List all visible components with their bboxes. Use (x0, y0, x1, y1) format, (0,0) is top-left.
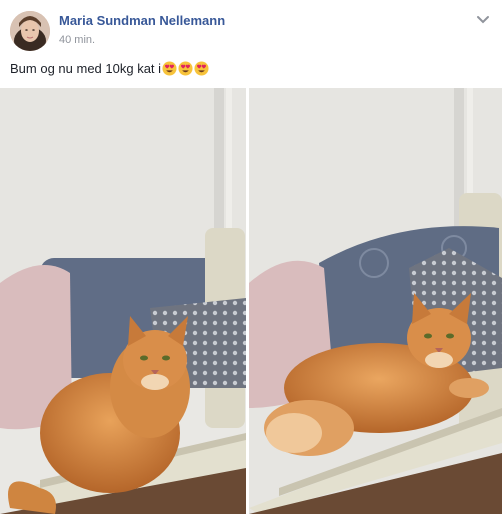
author-name[interactable]: Maria Sundman Nellemann (59, 13, 225, 28)
heart-eyes-icon (162, 61, 177, 76)
post-photo-1[interactable] (0, 88, 246, 514)
post-timestamp[interactable]: 40 min. (59, 34, 95, 46)
heart-eyes-icon (178, 61, 193, 76)
chevron-down-icon[interactable] (474, 12, 492, 28)
post-photo-2[interactable] (249, 88, 502, 514)
post-message-text: Bum og nu med 10kg kat i (10, 61, 162, 76)
facebook-post: Maria Sundman Nellemann 40 min. Bum og n… (0, 0, 502, 514)
post-message: Bum og nu med 10kg kat i (10, 61, 209, 76)
post-header: Maria Sundman Nellemann 40 min. (0, 0, 502, 56)
avatar[interactable] (10, 11, 50, 51)
heart-eyes-icon (194, 61, 209, 76)
